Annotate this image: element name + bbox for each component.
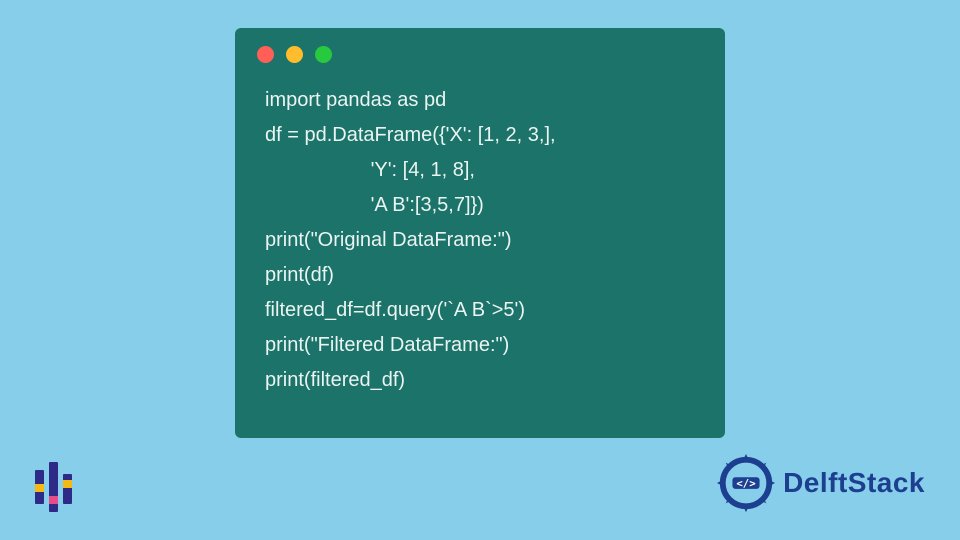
code-line: df = pd.DataFrame({'X': [1, 2, 3,], [265,124,556,146]
code-line: import pandas as pd [265,89,446,111]
delftstack-logo: </> DelftStack [715,452,925,514]
close-dot-icon [257,46,274,63]
maximize-dot-icon [315,46,332,63]
minimize-dot-icon [286,46,303,63]
matplotlib-logo-icon [35,462,83,512]
code-line: print("Filtered DataFrame:") [265,334,509,356]
code-line: print(df) [265,264,334,286]
delftstack-text: DelftStack [783,467,925,499]
window-controls [235,28,725,71]
code-window: import pandas as pd df = pd.DataFrame({'… [235,28,725,438]
code-line: print("Original DataFrame:") [265,229,511,251]
code-line: 'A B':[3,5,7]}) [265,194,484,216]
code-content: import pandas as pd df = pd.DataFrame({'… [235,71,725,418]
code-line: 'Y': [4, 1, 8], [265,159,475,181]
svg-text:</>: </> [736,477,755,490]
code-line: print(filtered_df) [265,369,405,391]
delftstack-gear-icon: </> [715,452,777,514]
code-line: filtered_df=df.query('`A B`>5') [265,299,525,321]
